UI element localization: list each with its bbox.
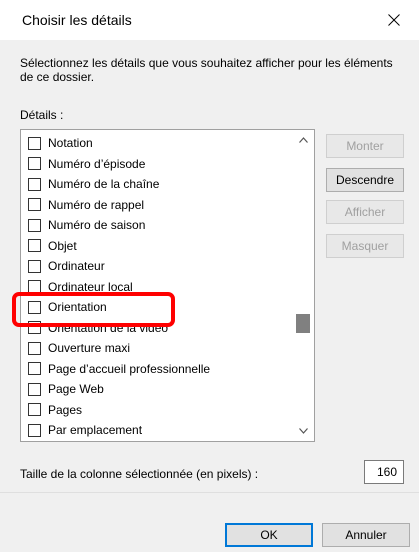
show-button[interactable]: Afficher xyxy=(326,200,404,224)
item-label: Numéro de la chaîne xyxy=(48,177,160,191)
item-checkbox[interactable] xyxy=(28,198,41,211)
item-label: Ordinateur local xyxy=(48,279,133,294)
list-item[interactable]: Orientation de la vidéo xyxy=(21,318,292,338)
item-label: Orientation de la vidéo xyxy=(48,320,169,335)
ok-button[interactable]: OK xyxy=(225,523,313,547)
dialog-footer: OK Annuler xyxy=(0,492,419,552)
item-label: Pages xyxy=(48,402,83,417)
column-width-label: Taille de la colonne sélectionnée (en pi… xyxy=(20,467,259,481)
hide-button[interactable]: Masquer xyxy=(326,234,404,258)
item-label: Page Web xyxy=(48,382,104,396)
dialog-body: Sélectionnez les détails que vous souhai… xyxy=(0,40,419,492)
scroll-thumb[interactable] xyxy=(296,314,310,333)
item-checkbox[interactable] xyxy=(28,280,41,293)
item-label: Ouverture maxi xyxy=(48,341,131,355)
list-item[interactable]: Orientation xyxy=(21,297,292,317)
description-text: Sélectionnez les détails que vous souhai… xyxy=(20,56,393,84)
details-label: Détails : xyxy=(20,108,64,122)
list-item[interactable]: Numéro de saison xyxy=(21,215,292,235)
item-label: Objet xyxy=(48,238,77,253)
item-checkbox[interactable] xyxy=(28,321,41,334)
item-label: Notation xyxy=(48,136,93,150)
list-item[interactable]: Par emplacement xyxy=(21,420,292,440)
item-checkbox[interactable] xyxy=(28,300,41,314)
chevron-down-icon xyxy=(298,428,308,434)
scroll-down-button[interactable] xyxy=(292,421,314,441)
item-checkbox[interactable] xyxy=(28,341,41,355)
list-item[interactable]: Page d’accueil professionnelle xyxy=(21,359,292,379)
item-checkbox[interactable] xyxy=(28,177,41,191)
list-item[interactable]: Notation xyxy=(21,133,292,153)
item-checkbox[interactable] xyxy=(28,423,41,437)
item-label: Numéro de saison xyxy=(48,218,146,232)
item-checkbox[interactable] xyxy=(28,157,41,170)
item-label: Page d’accueil professionnelle xyxy=(48,361,211,376)
item-checkbox[interactable] xyxy=(28,362,41,375)
move-up-button[interactable]: Monter xyxy=(326,134,404,158)
chevron-up-icon xyxy=(298,137,308,143)
cancel-button[interactable]: Annuler xyxy=(322,523,410,547)
list-item[interactable]: Numéro d’épisode xyxy=(21,154,292,174)
item-checkbox[interactable] xyxy=(28,136,41,150)
item-label: Par emplacement xyxy=(48,423,143,437)
list-item[interactable]: Page Web xyxy=(21,379,292,399)
list-item[interactable]: Ordinateur local xyxy=(21,277,292,297)
list-item[interactable]: Objet xyxy=(21,236,292,256)
item-checkbox[interactable] xyxy=(28,259,41,273)
details-list[interactable]: Notation Numéro d’épisode Numéro de la cha… xyxy=(20,129,315,442)
title-bar: Choisir les détails xyxy=(0,0,419,40)
list-item[interactable]: Numéro de rappel xyxy=(21,195,292,215)
close-button[interactable] xyxy=(372,6,416,34)
item-label: Numéro de rappel xyxy=(48,197,145,212)
item-checkbox[interactable] xyxy=(28,382,41,396)
item-checkbox[interactable] xyxy=(28,218,41,232)
item-checkbox[interactable] xyxy=(28,239,41,252)
list-scrollbar[interactable] xyxy=(292,130,314,441)
list-item[interactable]: Ordinateur xyxy=(21,256,292,276)
list-item[interactable]: Pages xyxy=(21,400,292,420)
column-width-input[interactable]: 160 xyxy=(364,460,404,484)
item-label: Ordinateur xyxy=(48,259,105,273)
window-title: Choisir les détails xyxy=(22,12,132,28)
list-item[interactable]: Ouverture maxi xyxy=(21,338,292,358)
item-label: Orientation xyxy=(48,300,107,314)
item-label: Numéro d’épisode xyxy=(48,156,146,171)
move-down-button[interactable]: Descendre xyxy=(326,168,404,192)
item-checkbox[interactable] xyxy=(28,403,41,416)
close-icon xyxy=(388,14,400,26)
list-item[interactable]: Numéro de la chaîne xyxy=(21,174,292,194)
scroll-up-button[interactable] xyxy=(292,130,314,150)
